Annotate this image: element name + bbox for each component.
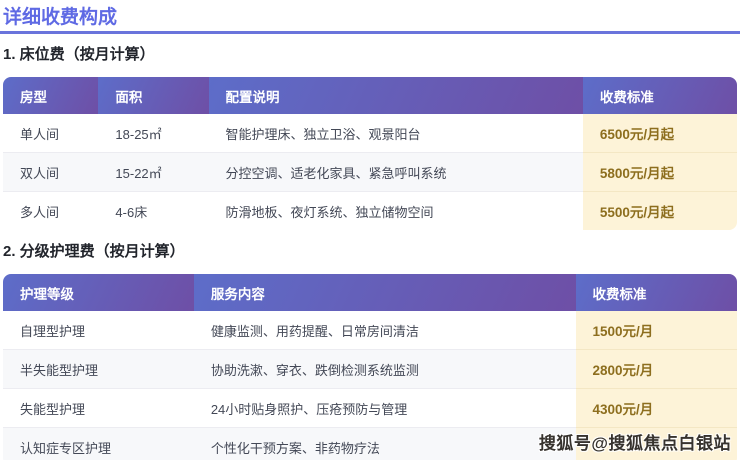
cell-area: 15-22㎡	[98, 153, 208, 192]
section-heading-nursing-fee: 2. 分级护理费（按月计算）	[3, 243, 740, 261]
column-header-area: 面积	[98, 77, 208, 114]
column-header-config: 配置说明	[209, 77, 583, 114]
cell-fee: 6500元/月起	[583, 114, 737, 153]
cell-config: 分控空调、适老化家具、紧急呼叫系统	[209, 153, 583, 192]
table-row-semi-disabled-care: 半失能型护理 协助洗漱、穿衣、跌倒检测系统监测 2800元/月	[3, 350, 737, 389]
cell-service: 24小时贴身照护、压疮预防与管理	[194, 389, 576, 428]
table-row-self-care: 自理型护理 健康监测、用药提醒、日常房间清洁 1500元/月	[3, 311, 737, 350]
column-header-fee: 收费标准	[583, 77, 737, 114]
column-header-fee: 收费标准	[576, 274, 737, 311]
table-row-double-room: 双人间 15-22㎡ 分控空调、适老化家具、紧急呼叫系统 5800元/月起	[3, 153, 737, 192]
column-header-service: 服务内容	[194, 274, 576, 311]
page-title: 详细收费构成	[0, 0, 740, 29]
cell-service: 协助洗漱、穿衣、跌倒检测系统监测	[194, 350, 576, 389]
section-heading-bed-fee: 1. 床位费（按月计算）	[3, 46, 740, 64]
column-header-care-level: 护理等级	[3, 274, 194, 311]
table-row-disabled-care: 失能型护理 24小时贴身照护、压疮预防与管理 4300元/月	[3, 389, 737, 428]
table-row-single-room: 单人间 18-25㎡ 智能护理床、独立卫浴、观景阳台 6500元/月起	[3, 114, 737, 153]
cell-area: 4-6床	[98, 192, 208, 231]
cell-fee: 2800元/月	[576, 350, 737, 389]
column-header-room-type: 房型	[3, 77, 98, 114]
nursing-fee-header-row: 护理等级 服务内容 收费标准	[3, 274, 737, 311]
cell-fee: 4300元/月	[576, 389, 737, 428]
bed-fee-header-row: 房型 面积 配置说明 收费标准	[3, 77, 737, 114]
cell-care-level: 半失能型护理	[3, 350, 194, 389]
title-divider	[0, 31, 740, 34]
cell-fee: 1500元/月	[576, 311, 737, 350]
page: 详细收费构成 1. 床位费（按月计算） 房型 面积 配置说明 收费标准 单人间 …	[0, 0, 740, 460]
cell-room-type: 单人间	[3, 114, 98, 153]
cell-room-type: 双人间	[3, 153, 98, 192]
bed-fee-table-wrap: 房型 面积 配置说明 收费标准 单人间 18-25㎡ 智能护理床、独立卫浴、观景…	[3, 77, 737, 230]
cell-room-type: 多人间	[3, 192, 98, 231]
watermark: 搜狐号@搜狐焦点白银站	[539, 429, 731, 454]
cell-fee: 5500元/月起	[583, 192, 737, 231]
cell-config: 防滑地板、夜灯系统、独立储物空间	[209, 192, 583, 231]
cell-area: 18-25㎡	[98, 114, 208, 153]
cell-fee: 5800元/月起	[583, 153, 737, 192]
cell-care-level: 认知症专区护理	[3, 428, 194, 460]
cell-care-level: 失能型护理	[3, 389, 194, 428]
cell-care-level: 自理型护理	[3, 311, 194, 350]
table-row-multi-room: 多人间 4-6床 防滑地板、夜灯系统、独立储物空间 5500元/月起	[3, 192, 737, 231]
bed-fee-table: 房型 面积 配置说明 收费标准 单人间 18-25㎡ 智能护理床、独立卫浴、观景…	[3, 77, 737, 230]
cell-config: 智能护理床、独立卫浴、观景阳台	[209, 114, 583, 153]
cell-service: 健康监测、用药提醒、日常房间清洁	[194, 311, 576, 350]
cell-service: 个性化干预方案、非药物疗法	[194, 428, 576, 460]
